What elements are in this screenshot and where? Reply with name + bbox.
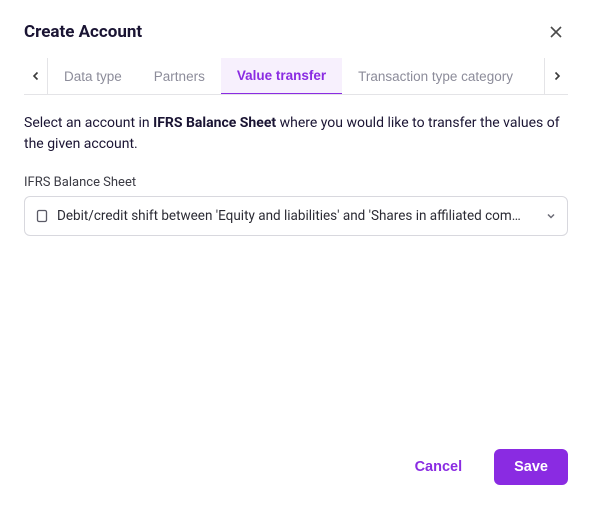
document-icon — [35, 209, 49, 223]
tab-data-type[interactable]: Data type — [48, 58, 138, 94]
tab-partners[interactable]: Partners — [138, 58, 221, 94]
description-bold: IFRS Balance Sheet — [153, 115, 276, 131]
select-value-text: Debit/credit shift between 'Equity and l… — [57, 208, 537, 224]
tabs-list: Data type Partners Value transfer Transa… — [48, 58, 544, 94]
balance-sheet-select[interactable]: Debit/credit shift between 'Equity and l… — [24, 196, 568, 236]
dialog-header: Create Account — [24, 20, 568, 44]
save-button[interactable]: Save — [494, 449, 568, 485]
tabs-scroll-right-button[interactable] — [544, 58, 568, 94]
description-prefix: Select an account in — [24, 115, 153, 131]
chevron-right-icon — [552, 71, 562, 81]
balance-sheet-label: IFRS Balance Sheet — [24, 175, 568, 190]
tab-transaction-type-category[interactable]: Transaction type category — [342, 58, 529, 94]
dialog-title: Create Account — [24, 22, 142, 42]
create-account-dialog: Create Account Data type Partners Value … — [0, 0, 592, 505]
close-button[interactable] — [544, 20, 568, 44]
tab-value-transfer[interactable]: Value transfer — [221, 58, 342, 94]
cancel-button[interactable]: Cancel — [395, 449, 483, 485]
description-text: Select an account in IFRS Balance Sheet … — [24, 113, 568, 155]
close-icon — [548, 24, 564, 40]
tabs-container: Data type Partners Value transfer Transa… — [24, 58, 568, 95]
chevron-left-icon — [31, 71, 41, 81]
tabs-scroll-left-button[interactable] — [24, 58, 48, 94]
chevron-down-icon — [545, 210, 557, 222]
dialog-footer: Cancel Save — [24, 439, 568, 485]
